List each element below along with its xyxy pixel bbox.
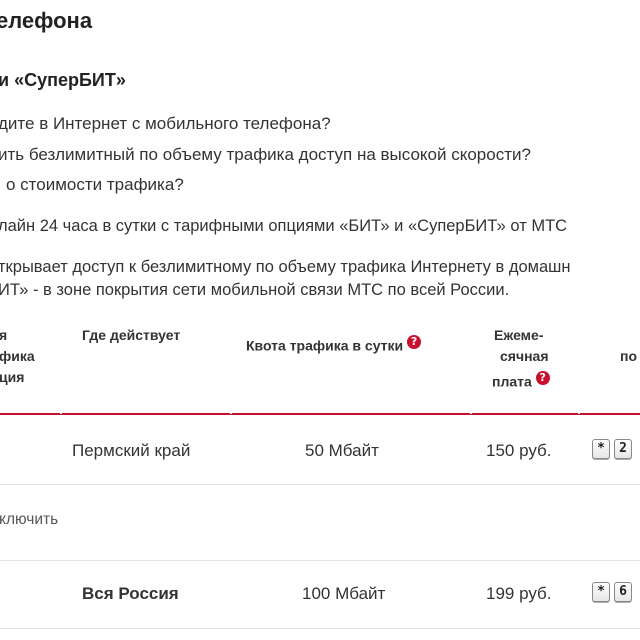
header-quota-label: Квота трафика в сутки: [246, 337, 404, 354]
intro-paragraph: лайн 24 часа в сутки с тарифными опциями…: [0, 217, 568, 235]
row3-price: 199 руб.: [486, 584, 552, 603]
row-divider: [0, 560, 640, 561]
key-digit-icon: 2: [614, 439, 632, 459]
question-2: ить безлимитный по объему трафика доступ…: [0, 145, 531, 164]
description-line-2: ИТ» - в зоне покрытия сети мобильной свя…: [0, 281, 510, 299]
section-title: и «СуперБИТ»: [0, 70, 126, 90]
header-fee-line2: сячная: [500, 348, 549, 364]
header-col1-line2: фика: [0, 348, 35, 364]
header-fee-label: плата: [492, 373, 532, 390]
key-digit-icon: 6: [614, 582, 632, 602]
row1-price: 150 руб.: [486, 441, 552, 460]
header-divider-ticks: [0, 412, 640, 414]
question-1: дите в Интернет с мобильного телефона?: [0, 114, 331, 133]
header-where: Где действует: [82, 327, 181, 343]
header-col1-line1: я: [0, 327, 8, 343]
row3-quota: 100 Мбайт: [302, 584, 386, 603]
connect-link[interactable]: ключить: [0, 511, 58, 529]
row1-region: Пермский край: [72, 441, 191, 460]
key-asterisk-icon: *: [592, 439, 610, 459]
row-divider: [0, 484, 640, 485]
help-icon[interactable]: ?: [407, 335, 422, 349]
header-connect: по: [620, 348, 638, 364]
row3-region: Вся Россия: [82, 584, 179, 603]
row-divider: [0, 628, 640, 629]
header-fee-line1: Ежеме-: [494, 327, 544, 343]
question-3: о стоимости трафика?: [6, 175, 184, 194]
page-title: елефона: [0, 8, 93, 33]
row1-quota: 50 Мбайт: [305, 441, 379, 460]
header-fee-line3: плата ?: [492, 371, 550, 390]
header-col1-line3: ция: [0, 369, 25, 385]
help-icon[interactable]: ?: [535, 371, 550, 385]
description-line-1: ткрывает доступ к безлимитному по объему…: [0, 258, 571, 276]
key-asterisk-icon: *: [592, 582, 610, 602]
header-quota: Квота трафика в сутки ?: [246, 335, 422, 354]
